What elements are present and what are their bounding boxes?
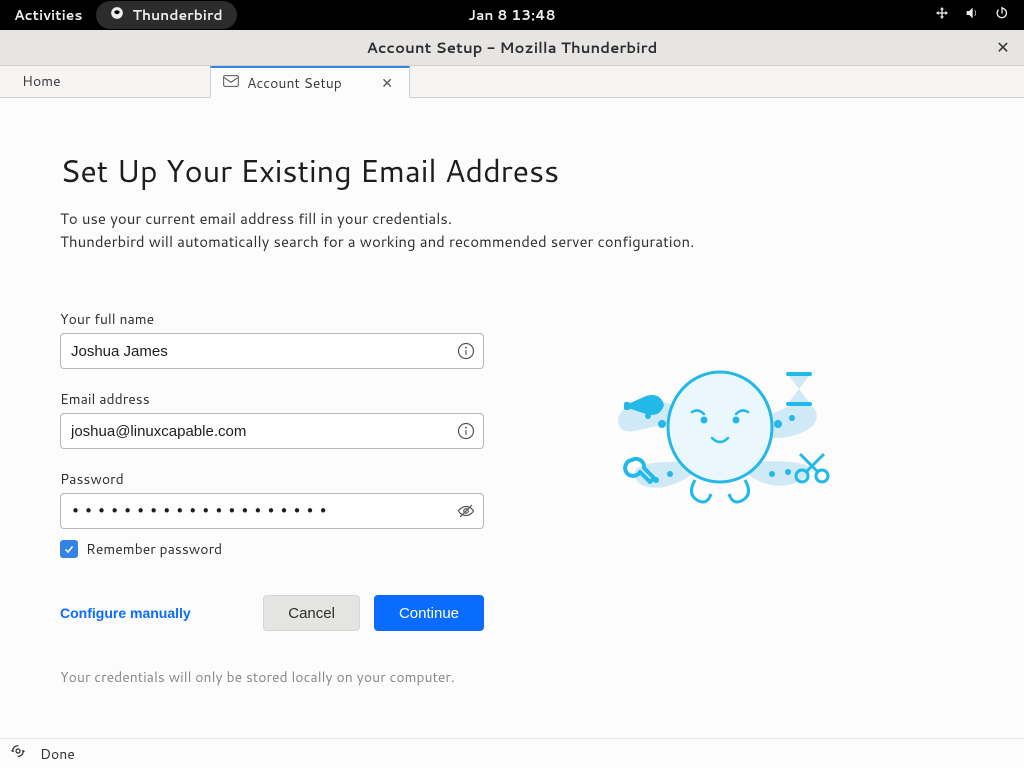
credentials-form: Your full name Email address Password: [60, 309, 484, 687]
continue-button[interactable]: Continue: [374, 595, 484, 631]
activities-button[interactable]: Activities: [14, 5, 82, 25]
octopus-illustration: [600, 332, 840, 532]
subtitle-line-1: To use your current email address fill i…: [60, 208, 452, 229]
info-icon[interactable]: [456, 341, 476, 361]
remember-password-label: Remember password: [86, 539, 222, 559]
status-text: Done: [40, 744, 75, 764]
full-name-input[interactable]: [60, 333, 484, 369]
password-input[interactable]: [60, 493, 484, 529]
remember-password-checkbox[interactable]: [60, 540, 78, 558]
account-setup-page: Set Up Your Existing Email Address To us…: [0, 98, 1024, 738]
email-input[interactable]: [60, 413, 484, 449]
password-label: Password: [60, 469, 484, 489]
active-app-indicator[interactable]: Thunderbird: [96, 1, 236, 29]
checkmark-icon: [63, 543, 75, 555]
tab-account-setup[interactable]: Account Setup ✕: [210, 66, 410, 98]
window-close-button[interactable]: ✕: [992, 36, 1014, 58]
volume-icon[interactable]: [964, 5, 980, 26]
gnome-topbar: Activities Thunderbird Jan 8 13:48: [0, 0, 1024, 30]
network-icon[interactable]: [934, 5, 950, 26]
tab-close-button[interactable]: ✕: [377, 71, 397, 95]
info-icon[interactable]: [456, 421, 476, 441]
subtitle-line-2: Thunderbird will automatically search fo…: [60, 231, 694, 252]
email-label: Email address: [60, 389, 484, 409]
close-icon: ✕: [381, 73, 393, 93]
cancel-button[interactable]: Cancel: [263, 595, 360, 631]
tab-strip: Home Account Setup ✕: [0, 66, 1024, 98]
sync-icon[interactable]: [10, 743, 26, 764]
window-titlebar: Account Setup - Mozilla Thunderbird ✕: [0, 30, 1024, 66]
tab-account-setup-label: Account Setup: [247, 73, 342, 93]
tab-home-label: Home: [22, 71, 61, 91]
page-subtitle: To use your current email address fill i…: [60, 208, 780, 253]
tab-home[interactable]: Home: [10, 65, 210, 97]
account-setup-tab-icon: [223, 73, 239, 93]
close-icon: ✕: [996, 36, 1009, 59]
configure-manually-button[interactable]: Configure manually: [60, 605, 191, 621]
window-title: Account Setup - Mozilla Thunderbird: [367, 37, 658, 58]
power-icon[interactable]: [994, 5, 1010, 26]
toggle-password-visibility-icon[interactable]: [456, 501, 476, 521]
active-app-name: Thunderbird: [132, 5, 222, 25]
status-bar: Done: [0, 738, 1024, 768]
page-title: Set Up Your Existing Email Address: [60, 148, 1024, 192]
thunderbird-icon: [110, 5, 124, 25]
full-name-label: Your full name: [60, 309, 484, 329]
local-storage-note: Your credentials will only be stored loc…: [60, 667, 484, 687]
